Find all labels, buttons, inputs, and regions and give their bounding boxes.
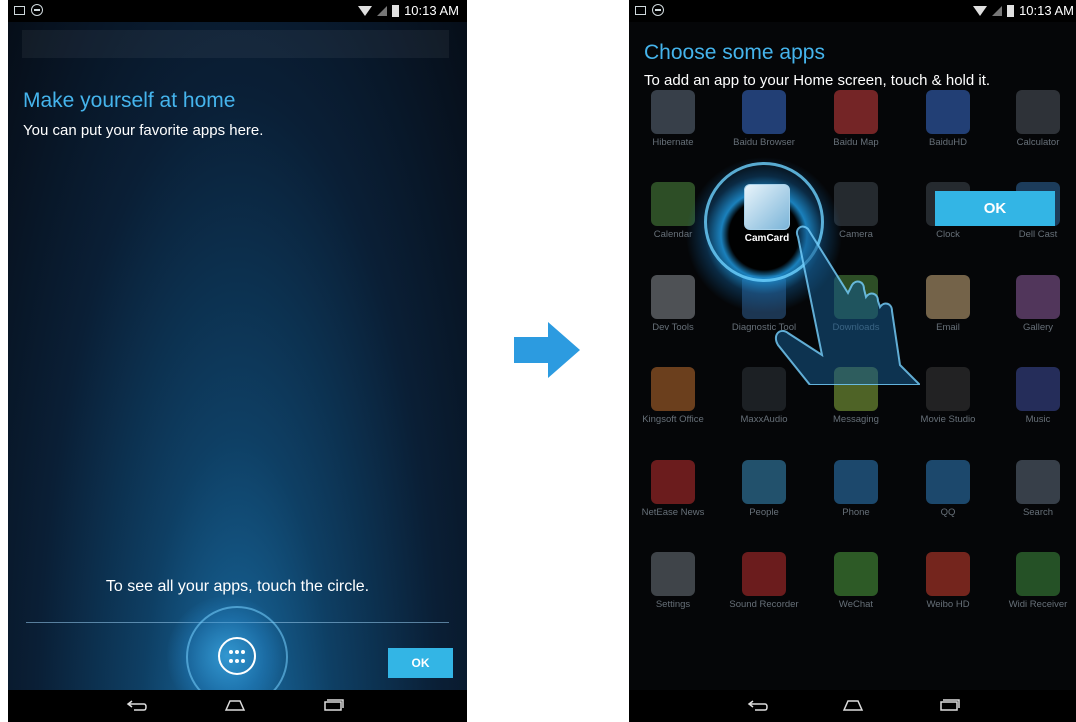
- notification-icon: [14, 5, 25, 15]
- ok-button[interactable]: OK: [935, 191, 1055, 226]
- app-label: NetEase News: [641, 507, 705, 518]
- status-bar: 10:13 AM: [629, 0, 1076, 22]
- app-item[interactable]: WeChat: [811, 552, 901, 610]
- hand-pointer-icon: [774, 225, 920, 385]
- wifi-icon: [973, 5, 988, 16]
- home-screen-tutorial: 10:13 AM Make yourself at home You can p…: [8, 0, 467, 722]
- status-bar: 10:13 AM: [8, 0, 467, 22]
- app-icon: [926, 275, 970, 319]
- app-label: Kingsoft Office: [642, 414, 704, 425]
- app-icon: [651, 552, 695, 596]
- app-item[interactable]: Kingsoft Office: [629, 367, 718, 425]
- signal-icon: [377, 5, 388, 16]
- app-label: Widi Receiver: [1008, 599, 1068, 610]
- status-time: 10:13 AM: [1019, 3, 1074, 18]
- app-item[interactable]: Baidu Map: [811, 90, 901, 148]
- app-item[interactable]: Sound Recorder: [719, 552, 809, 610]
- app-label: Baidu Map: [833, 137, 879, 148]
- app-label: Dev Tools: [652, 322, 694, 333]
- app-item[interactable]: Gallery: [993, 275, 1076, 333]
- app-label: Phone: [842, 507, 870, 518]
- app-item[interactable]: NetEase News: [629, 460, 718, 518]
- app-label: MaxxAudio: [740, 414, 788, 425]
- arrow-right-icon: [514, 322, 580, 378]
- back-icon[interactable]: [747, 699, 769, 711]
- tutorial-hint: To see all your apps, touch the circle.: [105, 578, 370, 595]
- ok-button[interactable]: OK: [388, 648, 453, 678]
- app-label: QQ: [940, 507, 956, 518]
- app-icon: [1016, 90, 1060, 134]
- page-subtitle: You can put your favorite apps here.: [23, 122, 264, 139]
- app-item[interactable]: Widi Receiver: [993, 552, 1076, 610]
- app-item[interactable]: Search: [993, 460, 1076, 518]
- app-icon: [651, 90, 695, 134]
- app-label: Dell Cast: [1018, 229, 1058, 240]
- home-icon[interactable]: [224, 699, 246, 711]
- wifi-icon: [358, 5, 373, 16]
- all-apps-button[interactable]: [218, 637, 256, 675]
- app-icon: [742, 552, 786, 596]
- app-icon: [926, 90, 970, 134]
- battery-icon: [1007, 4, 1015, 17]
- app-icon: [834, 90, 878, 134]
- app-item[interactable]: Phone: [811, 460, 901, 518]
- battery-icon: [392, 4, 400, 17]
- dnd-icon: [31, 4, 43, 16]
- app-label: Sound Recorder: [729, 599, 799, 610]
- app-item[interactable]: People: [719, 460, 809, 518]
- app-label: Search: [1022, 507, 1054, 518]
- notification-icon: [635, 5, 646, 15]
- app-icon: [834, 460, 878, 504]
- home-icon[interactable]: [842, 699, 864, 711]
- app-label: Gallery: [1022, 322, 1054, 333]
- app-icon: [742, 460, 786, 504]
- app-icon: [1016, 275, 1060, 319]
- app-icon: [742, 90, 786, 134]
- app-item[interactable]: Settings: [629, 552, 718, 610]
- status-time: 10:13 AM: [404, 3, 459, 18]
- page-subtitle: To add an app to your Home screen, touch…: [644, 72, 991, 89]
- app-item[interactable]: Calculator: [993, 90, 1076, 148]
- app-label: WeChat: [838, 599, 874, 610]
- dnd-icon: [652, 4, 664, 16]
- recent-apps-icon[interactable]: [322, 699, 344, 711]
- navigation-bar: [8, 690, 467, 722]
- app-icon: [834, 552, 878, 596]
- app-icon: [926, 552, 970, 596]
- app-item[interactable]: BaiduHD: [903, 90, 993, 148]
- app-icon: [651, 460, 695, 504]
- app-label: Hibernate: [652, 137, 694, 148]
- app-icon: [651, 367, 695, 411]
- app-label: Settings: [655, 599, 691, 610]
- search-bar[interactable]: [22, 30, 449, 58]
- app-label: Movie Studio: [920, 414, 976, 425]
- navigation-bar: [629, 690, 1076, 722]
- app-item[interactable]: Weibo HD: [903, 552, 993, 610]
- page-title: Choose some apps: [644, 41, 825, 64]
- app-icon: [1016, 460, 1060, 504]
- app-item[interactable]: QQ: [903, 460, 993, 518]
- page-title: Make yourself at home: [23, 89, 236, 112]
- app-label: People: [749, 507, 779, 518]
- recent-apps-icon[interactable]: [938, 699, 960, 711]
- app-icon: [926, 460, 970, 504]
- signal-icon: [992, 5, 1003, 16]
- app-label: BaiduHD: [928, 137, 968, 148]
- app-icon: [1016, 552, 1060, 596]
- back-icon[interactable]: [126, 699, 148, 711]
- app-label: Calculator: [1016, 137, 1060, 148]
- app-icon: [1016, 367, 1060, 411]
- app-label: Music: [1025, 414, 1051, 425]
- app-icon: [926, 367, 970, 411]
- app-item[interactable]: Music: [993, 367, 1076, 425]
- app-label: Messaging: [833, 414, 879, 425]
- app-item[interactable]: Hibernate: [629, 90, 718, 148]
- app-label: Weibo HD: [926, 599, 970, 610]
